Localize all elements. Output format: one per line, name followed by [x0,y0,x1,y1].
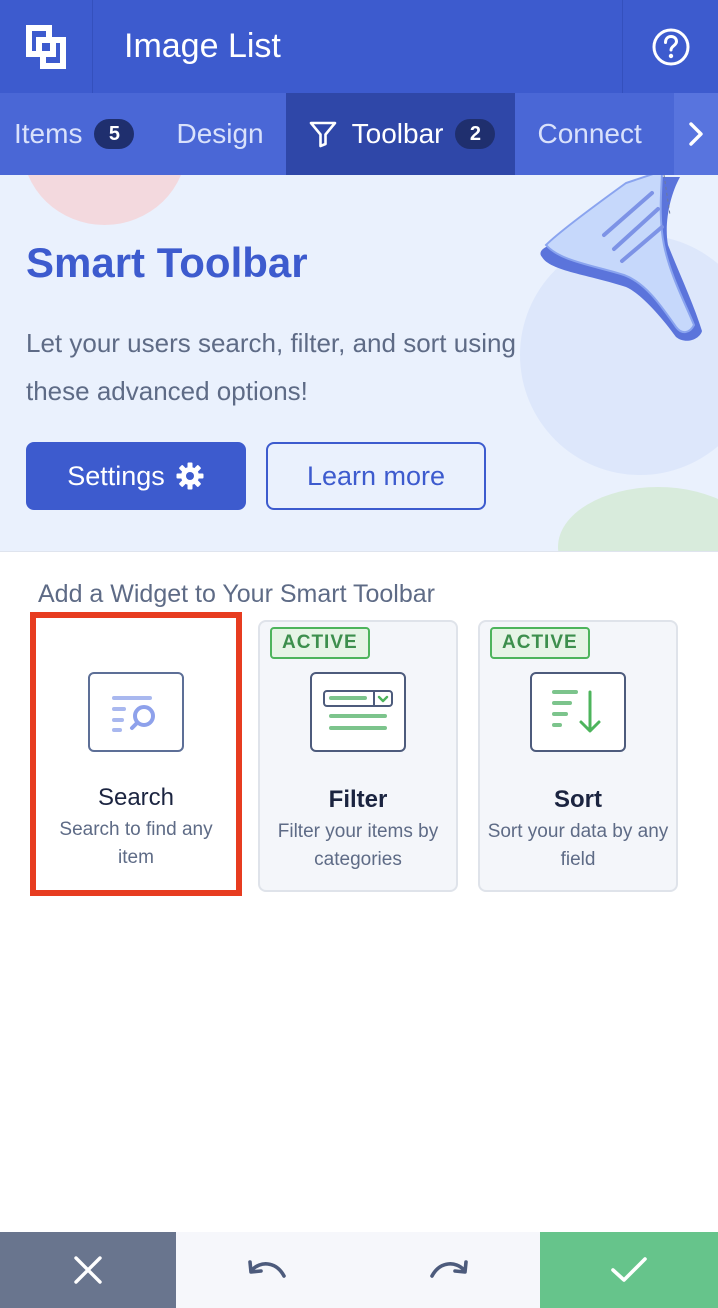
tabs-scroll-right-button[interactable] [674,93,718,175]
chevron-right-icon [689,122,703,146]
tab-toolbar[interactable]: Toolbar 2 [285,93,516,175]
widget-filter-description: Filter your items by categories [277,821,439,870]
widget-card-sort[interactable]: ACTIVE Sort Sort your data by any field [478,620,678,892]
close-button[interactable] [0,1232,176,1308]
sort-list-icon [530,672,626,752]
tab-toolbar-label: Toolbar [351,118,444,149]
app-header: Image List [0,0,718,93]
active-badge: ACTIVE [270,627,370,659]
undo-icon [248,1260,286,1278]
settings-button-label: Settings [67,460,165,491]
redo-button[interactable] [358,1232,540,1308]
confirm-button[interactable] [540,1232,718,1308]
active-badge: ACTIVE [490,627,590,659]
learn-more-button[interactable]: Learn more [266,442,486,510]
smart-toolbar-hero: Smart Toolbar Let your users search, fil… [0,175,718,552]
hero-description: Let your users search, filter, and sort … [26,328,516,406]
widget-sort-description: Sort your data by any field [487,821,669,870]
widgets-section-title: Add a Widget to Your Smart Toolbar [38,580,435,608]
close-icon [74,1256,102,1284]
tab-connect-label: Connect [537,118,642,149]
hero-title: Smart Toolbar [26,239,308,286]
redo-icon [430,1260,468,1278]
help-circle-icon [652,28,689,65]
tab-toolbar-count-badge: 2 [455,119,496,149]
tab-items-count-badge: 5 [94,119,135,149]
widget-search-description: Search to find any item [59,819,213,868]
widget-card-search[interactable]: Search Search to find any item [30,612,242,896]
page-title: Image List [124,27,281,65]
widget-sort-name: Sort [554,786,602,813]
app-logo[interactable] [0,0,93,93]
checkmark-icon [611,1257,647,1282]
filter-list-icon [310,672,406,752]
widget-search-name: Search [97,784,175,811]
tab-design[interactable]: Design [148,93,285,175]
settings-button[interactable]: Settings [26,442,246,510]
decorative-circle [558,487,718,551]
bottom-action-bar [0,1232,718,1308]
widget-filter-name: Filter [328,786,388,813]
app-logo-icon [26,24,66,69]
gear-icon [176,462,204,490]
help-button[interactable] [622,0,718,93]
funnel-illustration-icon [540,175,702,341]
search-list-icon [88,672,184,752]
tab-items[interactable]: Items 5 [0,93,148,175]
tab-items-label: Items [14,118,83,149]
tab-design-label: Design [176,118,264,149]
filter-icon [308,119,338,149]
tab-connect[interactable]: Connect [515,93,655,175]
undo-button[interactable] [176,1232,358,1308]
tab-bar: Items 5 Design Toolbar 2 Connect [0,93,718,175]
decorative-circle [22,175,187,225]
widget-card-filter[interactable]: ACTIVE Filter Filter your items by categ… [258,620,458,892]
